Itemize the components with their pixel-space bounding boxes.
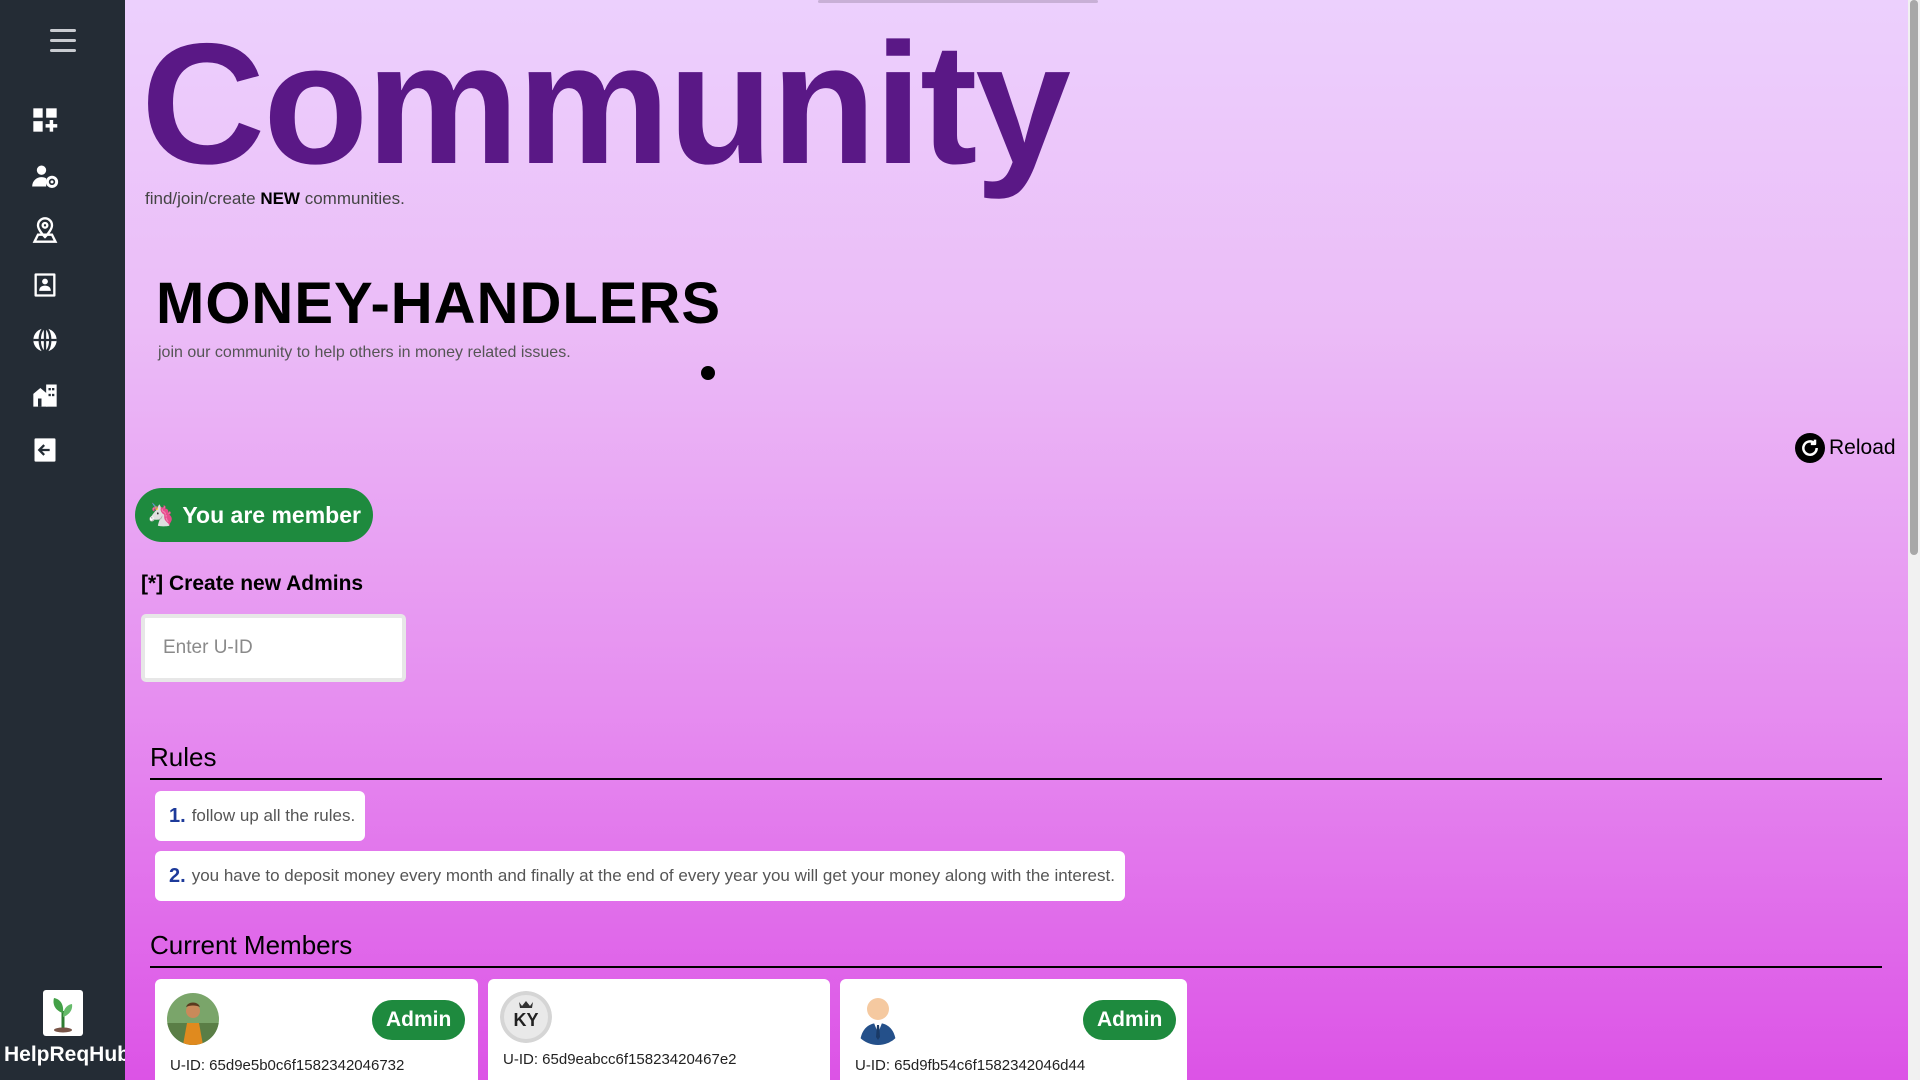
member-card[interactable]: Admin U-ID: 65d9fb54c6f1582342046d44 <box>840 979 1187 1080</box>
uid-input[interactable] <box>141 614 406 682</box>
member-uid: U-ID: 65d9e5b0c6f1582342046732 <box>170 1057 405 1074</box>
brand-name: HelpReqHub <box>4 1043 130 1066</box>
dashboard-add-icon[interactable] <box>30 105 60 135</box>
avatar: KY <box>500 991 552 1043</box>
top-indicator <box>818 0 1098 3</box>
member-card[interactable]: KY U-ID: 65d9eabcc6f15823420467e2 <box>488 979 830 1080</box>
rule-number: 2. <box>169 864 186 887</box>
subtitle-pre: find/join/create <box>145 189 256 208</box>
members-heading: Current Members <box>150 930 353 960</box>
svg-text:KY: KY <box>513 1010 538 1030</box>
unicorn-icon: 🦄 <box>147 502 175 527</box>
cursor-dot <box>701 366 715 380</box>
member-uid: U-ID: 65d9fb54c6f1582342046d44 <box>855 1057 1086 1074</box>
rule-number: 1. <box>169 804 186 827</box>
rules-heading: Rules <box>150 742 217 772</box>
member-uid: U-ID: 65d9eabcc6f15823420467e2 <box>503 1051 737 1068</box>
user-settings-icon[interactable] <box>30 161 60 191</box>
rule-item: 1. follow up all the rules. <box>155 791 366 841</box>
member-status-label: You are member <box>182 501 361 528</box>
admin-badge: Admin <box>372 1000 466 1040</box>
rule-text: you have to deposit money every month an… <box>191 866 1115 885</box>
main-content: Community find/join/create NEW communiti… <box>125 0 1908 1080</box>
scrollbar-thumb[interactable] <box>1910 0 1918 555</box>
menu-icon[interactable] <box>50 29 76 52</box>
create-admin-heading: [*] Create new Admins <box>141 572 364 595</box>
sidebar: HelpReqHub <box>0 0 130 1080</box>
contact-book-icon[interactable] <box>30 270 60 300</box>
rules-divider <box>150 778 1882 780</box>
admin-badge: Admin <box>1083 1000 1177 1040</box>
community-description: join our community to help others in mon… <box>158 344 571 361</box>
avatar <box>852 993 904 1045</box>
reload-label: Reload <box>1829 436 1896 459</box>
scrollbar[interactable] <box>1908 0 1920 1080</box>
page-title: Community <box>141 8 1071 200</box>
avatar <box>167 993 219 1045</box>
rule-text: follow up all the rules. <box>191 806 356 825</box>
subtitle-post: communities. <box>304 189 405 208</box>
page-subtitle: find/join/create NEW communities. <box>145 189 405 209</box>
reload-button[interactable]: Reload <box>1795 433 1896 463</box>
buildings-icon[interactable] <box>30 380 60 410</box>
subtitle-bold: NEW <box>260 189 300 208</box>
globe-icon[interactable] <box>30 325 60 355</box>
rule-item: 2. you have to deposit money every month… <box>155 851 1125 901</box>
brand-logo-icon[interactable] <box>43 990 83 1036</box>
community-name: MONEY-HANDLERS <box>156 271 722 336</box>
reload-icon <box>1795 433 1825 463</box>
member-status-badge[interactable]: 🦄 You are member <box>135 488 373 542</box>
location-user-icon[interactable] <box>30 215 60 245</box>
members-divider <box>150 966 1882 968</box>
member-card[interactable]: Admin U-ID: 65d9e5b0c6f1582342046732 <box>155 979 478 1080</box>
logout-icon[interactable] <box>30 435 60 465</box>
